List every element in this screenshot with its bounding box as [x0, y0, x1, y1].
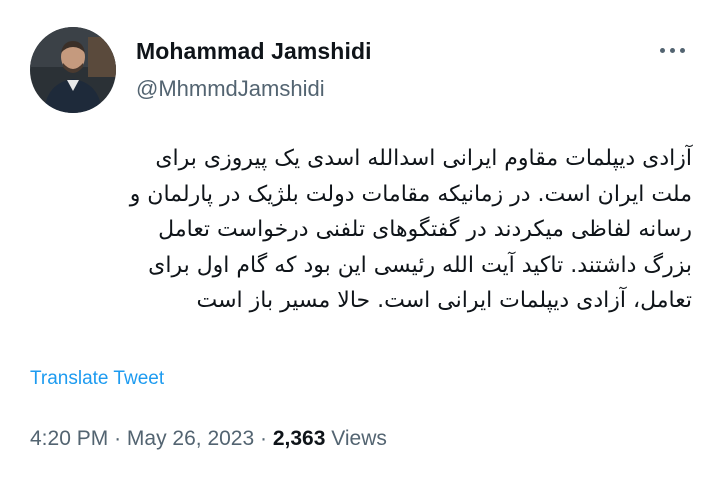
dot: [659, 47, 665, 53]
tweet-text-line: آزادی دیپلمات مقاوم ایرانی اسدالله اسدی …: [155, 146, 692, 171]
tweet-text-line: ملت ایران است. در زمانیکه مقامات دولت بل…: [129, 181, 692, 207]
translate-tweet-link[interactable]: Translate Tweet: [30, 368, 164, 390]
tweet-text-line: بزرگ داشتند. تاکید آیت الله رئیسی این بو…: [148, 252, 692, 278]
tweet-date[interactable]: May 26, 2023: [127, 427, 254, 450]
views-label: Views: [331, 427, 387, 450]
tweet-text-line: رسانه لفاظی میکردند در گفتگوهای تلفنی در…: [158, 217, 692, 242]
meta-separator: ·: [114, 427, 122, 450]
avatar-photo: [30, 27, 116, 113]
more-options-icon[interactable]: [652, 38, 692, 62]
views-count: 2,363: [272, 427, 326, 450]
author-handle[interactable]: @MhmmdJamshidi: [136, 76, 325, 102]
tweet-meta: 4:20 PM · May 26, 2023 · 2,363 Views: [30, 427, 387, 451]
meta-separator: ·: [260, 427, 268, 450]
tweet-text: آزادی دیپلمات مقاوم ایرانی اسدالله اسدی …: [28, 141, 692, 319]
dot: [679, 47, 685, 53]
author-name[interactable]: Mohammad Jamshidi: [136, 38, 372, 65]
tweet-card: Mohammad Jamshidi @MhmmdJamshidi آزادی د…: [0, 0, 720, 486]
tweet-text-line: تعامل، آزادی دیپلمات ایرانی است. حالا مس…: [196, 288, 693, 313]
tweet-time[interactable]: 4:20 PM: [30, 427, 108, 450]
dot: [669, 47, 675, 53]
avatar[interactable]: [30, 27, 116, 113]
